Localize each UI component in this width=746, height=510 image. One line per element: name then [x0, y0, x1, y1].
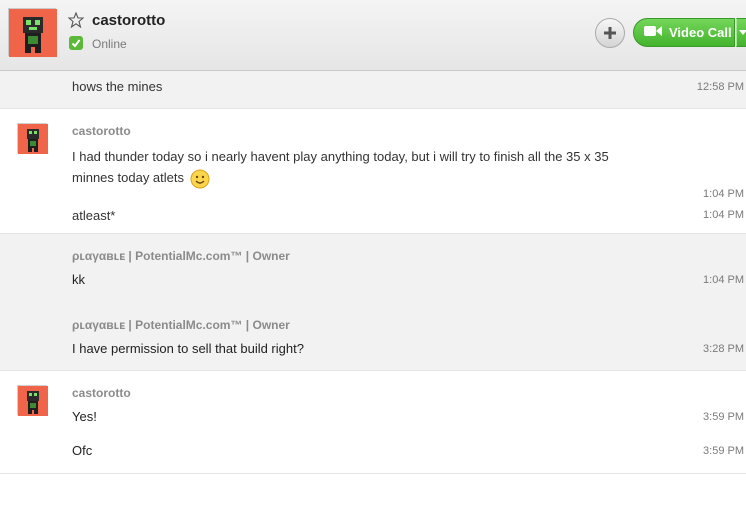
video-call-label: Video Call — [669, 25, 732, 40]
sender-name: ρʟαγαʙʟᴇ | PotentialMc.com™ | Owner — [72, 249, 290, 263]
add-button[interactable] — [595, 18, 625, 48]
message-text: I had thunder today so i nearly havent p… — [72, 146, 632, 189]
message-group: castorotto Yes! 3:59 PM Ofc 3:59 PM — [0, 371, 746, 474]
message-group: hows the mines 12:58 PM — [0, 71, 746, 109]
contact-name: castorotto — [92, 12, 166, 29]
conversation-header: castorotto Online Video Call — [0, 0, 746, 71]
star-icon[interactable] — [68, 12, 84, 28]
video-camera-icon — [644, 25, 662, 40]
message-time: 3:59 PM — [703, 445, 744, 457]
message-group: castorotto I had thunder today so i near… — [0, 109, 746, 234]
smiley-icon — [190, 169, 210, 189]
contact-avatar[interactable] — [8, 8, 57, 57]
plus-icon — [604, 27, 616, 39]
sender-avatar[interactable] — [17, 123, 48, 154]
sender-name: castorotto — [72, 124, 131, 138]
message-text: Yes! — [72, 409, 97, 424]
message-text: I have permission to sell that build rig… — [72, 341, 304, 356]
sender-name: ρʟαγαʙʟᴇ | PotentialMc.com™ | Owner — [72, 318, 290, 332]
message-time: 12:58 PM — [696, 81, 744, 93]
sender-name: castorotto — [72, 386, 131, 400]
status-text: Online — [92, 37, 127, 51]
message-group: ρʟαγαʙʟᴇ | PotentialMc.com™ | Owner I ha… — [0, 303, 746, 371]
message-text: kk — [72, 272, 85, 287]
message-time: 1:04 PM — [703, 209, 744, 221]
message-text: hows the mines — [72, 79, 163, 94]
message-time: 3:28 PM — [703, 343, 744, 355]
message-time: 3:59 PM — [703, 411, 744, 423]
message-thread: hows the mines 12:58 PM castorotto I had… — [0, 71, 746, 474]
video-call-dropdown[interactable] — [736, 18, 746, 47]
sender-avatar[interactable] — [17, 385, 48, 416]
message-time: 1:04 PM — [703, 188, 744, 200]
message-line: minnes today atlets — [72, 170, 185, 185]
video-call-button[interactable]: Video Call — [633, 18, 735, 47]
chevron-down-icon — [739, 29, 746, 35]
online-status-icon — [69, 36, 83, 50]
message-group: ρʟαγαʙʟᴇ | PotentialMc.com™ | Owner kk 1… — [0, 234, 746, 303]
message-line: I had thunder today so i nearly havent p… — [72, 149, 609, 164]
message-time: 1:04 PM — [703, 274, 744, 286]
message-text: atleast* — [72, 208, 116, 223]
message-text: Ofc — [72, 443, 93, 458]
